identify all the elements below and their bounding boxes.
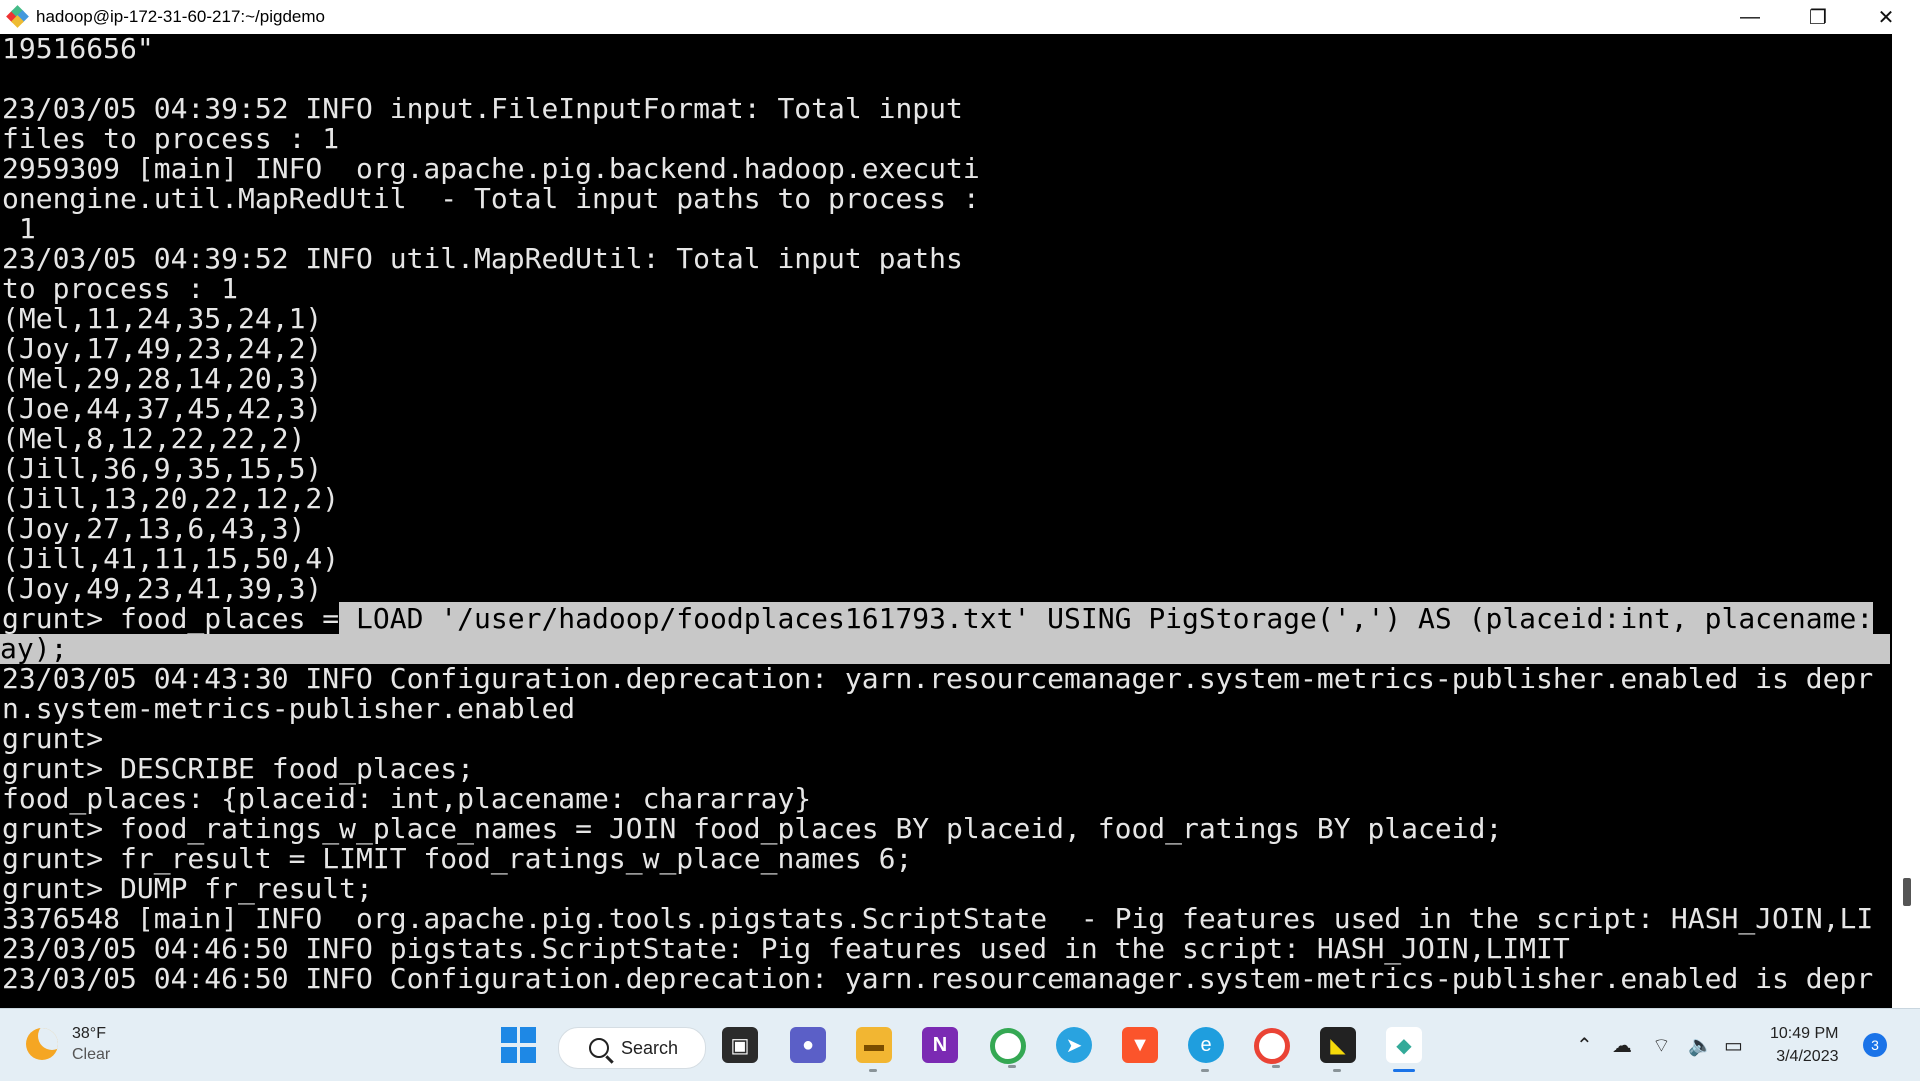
teams-chat-icon[interactable]: ● bbox=[790, 1027, 826, 1063]
clock-date: 3/4/2023 bbox=[1776, 1048, 1839, 1065]
terminal-line: onengine.util.MapRedUtil - Total input p… bbox=[2, 182, 980, 215]
wifi-icon[interactable]: ⌔ bbox=[1652, 1033, 1671, 1058]
terminal-line: 1 bbox=[2, 212, 36, 245]
terminal-line: grunt> fr_result = LIMIT food_ratings_w_… bbox=[2, 842, 913, 875]
weather-condition: Clear bbox=[72, 1046, 111, 1063]
search-icon bbox=[589, 1038, 609, 1058]
terminal-line: (Jill,36,9,35,15,5) bbox=[2, 452, 323, 485]
scrollbar-thumb[interactable] bbox=[1903, 878, 1911, 906]
load-command-prefix: grunt> food_places = bbox=[2, 602, 340, 635]
terminal-output[interactable]: 19516656" 23/03/05 04:39:52 INFO input.F… bbox=[0, 34, 1892, 1008]
clock-time: 10:49 PM bbox=[1770, 1025, 1839, 1042]
taskbar: 38°F Clear Search ▣ ● ▬ N ➤ ▼ e ◣ ◆ ⌃ ☁ … bbox=[0, 1008, 1920, 1081]
terminal-line: 19516656" bbox=[2, 34, 154, 65]
battery-icon[interactable]: ▭ bbox=[1724, 1033, 1743, 1058]
file-explorer-icon[interactable]: ▬ bbox=[856, 1027, 892, 1072]
chrome-icon[interactable] bbox=[990, 1028, 1026, 1068]
terminal-line: (Joy,27,13,6,43,3) bbox=[2, 512, 306, 545]
close-button[interactable]: ✕ bbox=[1852, 0, 1920, 34]
minimize-button[interactable]: — bbox=[1716, 0, 1784, 34]
terminal-line: 23/03/05 04:39:52 INFO util.MapRedUtil: … bbox=[2, 242, 963, 275]
putty-taskbar-icon[interactable]: ◆ bbox=[1386, 1027, 1422, 1072]
terminal-line: grunt> DUMP fr_result; bbox=[2, 872, 373, 905]
terminal-line: 23/03/05 04:43:30 INFO Configuration.dep… bbox=[2, 662, 1874, 695]
terminal-line: (Mel,11,24,35,24,1) bbox=[2, 302, 323, 335]
moon-icon bbox=[26, 1028, 58, 1060]
terminal-line: to process : 1 bbox=[2, 272, 239, 305]
search-label: Search bbox=[621, 1037, 679, 1058]
taskbar-search[interactable]: Search bbox=[558, 1027, 706, 1069]
terminal-line: n.system-metrics-publisher.enabled bbox=[2, 692, 576, 725]
task-view-icon[interactable]: ▣ bbox=[722, 1027, 758, 1063]
terminal-line-load-command-cont: ay); bbox=[0, 634, 1890, 664]
terminal-line: (Joy,17,49,23,24,2) bbox=[2, 332, 323, 365]
putty-icon bbox=[6, 5, 29, 28]
telegram-icon[interactable]: ➤ bbox=[1056, 1027, 1092, 1063]
terminal-line: 23/03/05 04:39:52 INFO input.FileInputFo… bbox=[2, 92, 963, 125]
weather-temperature: 38°F bbox=[72, 1025, 106, 1042]
terminal-line: (Mel,29,28,14,20,3) bbox=[2, 362, 323, 395]
terminal-line: files to process : 1 bbox=[2, 122, 340, 155]
terminal-line: 2959309 [main] INFO org.apache.pig.backe… bbox=[2, 152, 980, 185]
restore-button[interactable]: ❐ bbox=[1784, 0, 1852, 34]
weather-widget[interactable]: 38°F Clear bbox=[26, 1023, 110, 1065]
terminal-line: food_places: {placeid: int,placename: ch… bbox=[2, 782, 812, 815]
terminal-line: 23/03/05 04:46:50 INFO Configuration.dep… bbox=[2, 962, 1874, 995]
chevron-up-icon[interactable]: ⌃ bbox=[1576, 1033, 1593, 1058]
selected-text: LOAD '/user/hadoop/foodplaces161793.txt'… bbox=[339, 602, 1874, 635]
terminal-line-load-command: grunt> food_places = LOAD '/user/hadoop/… bbox=[2, 602, 1874, 635]
terminal-line: (Jill,13,20,22,12,2) bbox=[2, 482, 340, 515]
terminal-line: 23/03/05 04:46:50 INFO pigstats.ScriptSt… bbox=[2, 932, 1570, 965]
cloud-sync-error-icon[interactable]: ☁ bbox=[1612, 1033, 1632, 1058]
terminal-line: (Joe,44,37,45,42,3) bbox=[2, 392, 323, 425]
terminal-line: (Joy,49,23,41,39,3) bbox=[2, 572, 323, 605]
volume-icon[interactable]: 🔈 bbox=[1688, 1033, 1713, 1058]
window-title: hadoop@ip-172-31-60-217:~/pigdemo bbox=[36, 7, 325, 26]
window-titlebar: hadoop@ip-172-31-60-217:~/pigdemo — ❐ ✕ bbox=[0, 0, 1920, 34]
terminal-line: grunt> DESCRIBE food_places; bbox=[2, 752, 475, 785]
terminal-scrollbar[interactable] bbox=[1892, 34, 1920, 1008]
start-button[interactable] bbox=[500, 1027, 536, 1063]
brave-icon[interactable]: ▼ bbox=[1122, 1027, 1158, 1063]
sticky-notes-icon[interactable]: ◣ bbox=[1320, 1027, 1356, 1072]
selected-text-cont: ay); bbox=[0, 634, 1890, 664]
onenote-icon[interactable]: N bbox=[922, 1027, 958, 1063]
edge-icon[interactable]: e bbox=[1188, 1027, 1224, 1072]
terminal-line: (Jill,41,11,15,50,4) bbox=[2, 542, 340, 575]
notification-badge[interactable]: 3 bbox=[1863, 1033, 1887, 1057]
terminal-line: (Mel,8,12,22,22,2) bbox=[2, 422, 306, 455]
terminal-line: 3376548 [main] INFO org.apache.pig.tools… bbox=[2, 902, 1874, 935]
chrome-profile-icon[interactable] bbox=[1254, 1028, 1290, 1068]
terminal-line: grunt> food_ratings_w_place_names = JOIN… bbox=[2, 812, 1503, 845]
terminal-line: grunt> bbox=[2, 722, 104, 755]
system-clock[interactable]: 10:49 PM 3/4/2023 bbox=[1770, 1022, 1838, 1068]
